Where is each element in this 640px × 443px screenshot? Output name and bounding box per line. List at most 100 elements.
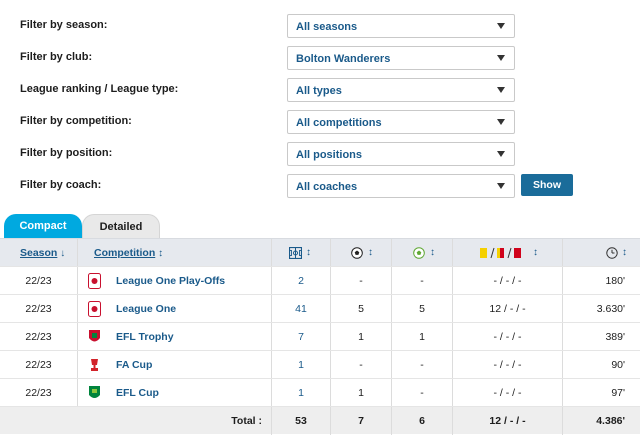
assists-header[interactable]: ↕: [410, 239, 450, 267]
appearances-cell[interactable]: 7: [272, 323, 330, 351]
filter-competition-row: Filter by competition: All competitions: [0, 110, 640, 134]
chevron-down-icon: [497, 183, 505, 189]
filter-season-row: Filter by season: All seasons: [0, 14, 640, 38]
total-minutes: 4.386': [596, 415, 625, 427]
chevron-down-icon: [497, 23, 505, 29]
table-row: 22/23 League One 41 5 5 12 / - / - 3.630…: [0, 294, 640, 323]
column-divider: [77, 323, 78, 351]
league-type-select-value: All types: [296, 85, 342, 97]
assists-cell: 5: [419, 303, 425, 315]
column-divider: [562, 239, 563, 267]
appearances-icon: [289, 247, 302, 259]
season-header-label: Season: [20, 247, 58, 259]
season-cell: 22/23: [25, 303, 52, 315]
tab-compact[interactable]: Compact: [4, 214, 82, 238]
filter-position-row: Filter by position: All positions: [0, 142, 640, 166]
minutes-cell: 180': [605, 275, 625, 287]
competition-header-label: Competition: [94, 247, 156, 259]
competition-name: FA Cup: [116, 359, 153, 371]
competition-name: EFL Trophy: [116, 331, 174, 343]
season-header[interactable]: Season ↓: [20, 239, 65, 267]
assists-cell: -: [420, 387, 424, 399]
minutes-cell: 97': [611, 387, 625, 399]
sort-icon: ↕: [306, 247, 311, 258]
filter-coach-label: Filter by coach:: [20, 179, 102, 191]
sort-icon: ↕: [430, 247, 435, 258]
competition-select-value: All competitions: [296, 117, 382, 129]
position-select[interactable]: All positions: [287, 142, 515, 166]
competition-name: EFL Cup: [116, 387, 159, 399]
competition-link[interactable]: League One: [116, 295, 176, 323]
league-type-select[interactable]: All types: [287, 78, 515, 102]
competition-link[interactable]: FA Cup: [116, 351, 152, 379]
filter-club-label: Filter by club:: [20, 51, 93, 63]
assist-icon: [413, 247, 425, 259]
minutes-cell: 3.630': [596, 303, 625, 315]
competition-link[interactable]: EFL Cup: [116, 379, 159, 407]
competition-name: League One: [116, 303, 177, 315]
total-row: Total : 53 7 6 12 / - / - 4.386': [0, 406, 640, 435]
appearances-cell[interactable]: 41: [272, 295, 330, 323]
club-select[interactable]: Bolton Wanderers: [287, 46, 515, 70]
show-button[interactable]: Show: [521, 174, 573, 196]
goals-header[interactable]: ↕: [348, 239, 388, 267]
appearances-header[interactable]: ↕: [286, 239, 326, 267]
column-divider: [77, 295, 78, 323]
season-cell: 22/23: [25, 359, 52, 371]
goals-cell: 5: [358, 303, 364, 315]
filter-club-row: Filter by club: Bolton Wanderers: [0, 46, 640, 70]
coach-select[interactable]: All coaches: [287, 174, 515, 198]
view-tabs: Compact Detailed: [0, 214, 640, 238]
cards-cell: - / - / -: [493, 359, 522, 371]
appearances-value: 41: [295, 303, 307, 315]
column-divider: [271, 239, 272, 267]
goals-cell: -: [359, 275, 363, 287]
cards-cell: - / - / -: [493, 331, 522, 343]
cards-cell: - / - / -: [493, 387, 522, 399]
fa-cup-logo-icon: [91, 359, 98, 371]
cards-icon: [480, 247, 521, 259]
club-select-value: Bolton Wanderers: [296, 53, 391, 65]
goals-cell: -: [359, 359, 363, 371]
season-cell: 22/23: [25, 275, 52, 287]
minutes-cell: 389': [605, 331, 625, 343]
competition-link[interactable]: EFL Trophy: [116, 323, 174, 351]
total-appearances: 53: [295, 415, 307, 427]
coach-select-value: All coaches: [296, 181, 358, 193]
appearances-value: 1: [298, 387, 304, 399]
competition-link[interactable]: League One Play-Offs: [116, 267, 225, 295]
competition-logo-icon: [88, 273, 101, 289]
sort-icon: ↕: [158, 248, 164, 259]
appearances-cell[interactable]: 2: [272, 267, 330, 295]
sort-icon: ↕: [368, 247, 373, 258]
appearances-cell[interactable]: 1: [272, 379, 330, 407]
assists-cell: -: [420, 359, 424, 371]
column-divider: [452, 239, 453, 267]
appearances-value: 7: [298, 331, 304, 343]
filter-position-label: Filter by position:: [20, 147, 113, 159]
chevron-down-icon: [497, 87, 505, 93]
competition-header[interactable]: Competition ↕: [94, 239, 163, 267]
season-select[interactable]: All seasons: [287, 14, 515, 38]
filter-competition-label: Filter by competition:: [20, 115, 132, 127]
column-divider: [77, 351, 78, 379]
filter-season-label: Filter by season:: [20, 19, 108, 31]
table-row: 22/23 EFL Cup 1 1 - - / - / - 97': [0, 378, 640, 407]
minutes-header[interactable]: ↕: [606, 239, 636, 267]
goals-cell: 1: [358, 387, 364, 399]
efl-cup-logo-icon: [89, 386, 100, 398]
assists-cell: -: [420, 275, 424, 287]
sort-icon: ↕: [622, 247, 627, 258]
appearances-cell[interactable]: 1: [272, 351, 330, 379]
chevron-down-icon: [497, 151, 505, 157]
filter-league-type-label: League ranking / League type:: [20, 83, 179, 95]
cards-cell: 12 / - / -: [489, 303, 526, 315]
sort-desc-icon: ↓: [60, 248, 66, 259]
cards-header[interactable]: ↕: [478, 239, 548, 267]
table-header: Season ↓ Competition ↕ ↕ ↕ ↕ ↕ ↕: [0, 238, 640, 267]
football-icon: [351, 247, 363, 259]
competition-select[interactable]: All competitions: [287, 110, 515, 134]
appearances-value: 2: [298, 275, 304, 287]
total-label: Total :: [231, 415, 262, 427]
tab-detailed[interactable]: Detailed: [82, 214, 160, 238]
